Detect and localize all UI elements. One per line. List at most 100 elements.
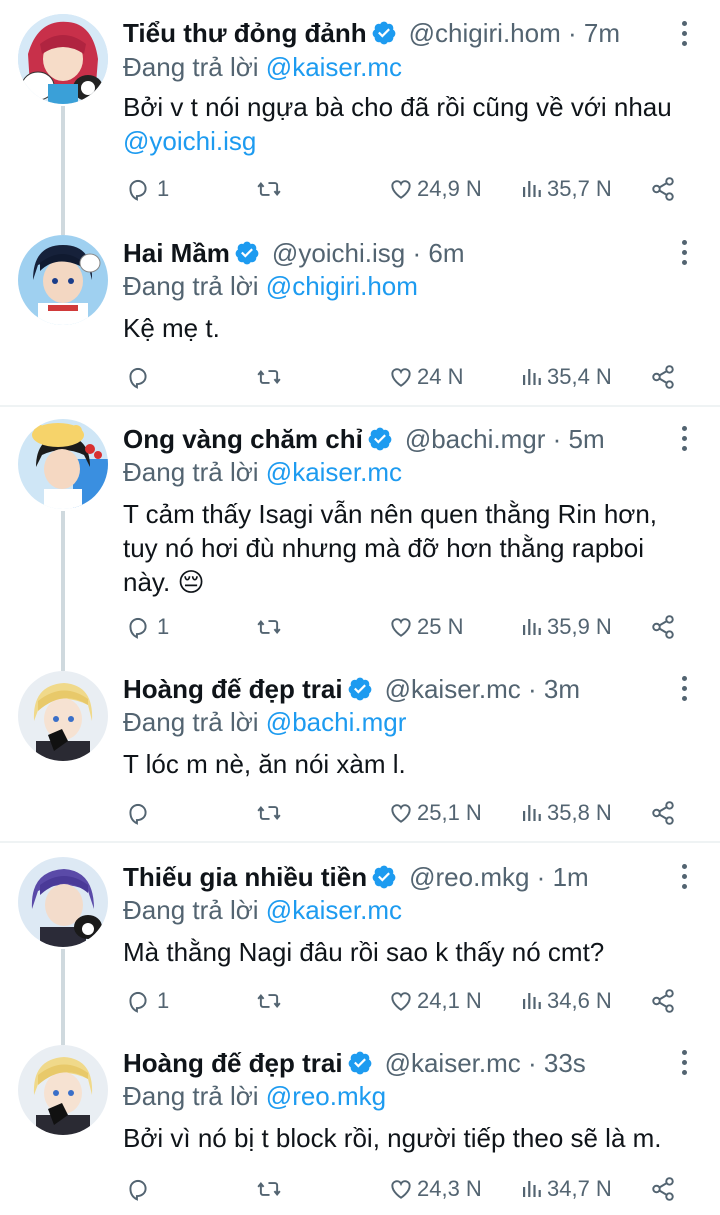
timestamp[interactable]: 5m (569, 424, 605, 455)
retweet-button[interactable] (255, 983, 283, 1019)
replying-to-label: Đang trả lời (123, 895, 259, 925)
verified-badge-icon (372, 21, 396, 45)
tweet[interactable]: Tiểu thư đỏng đảnh @chigiri.hom · 7m Đan… (0, 0, 720, 225)
timestamp[interactable]: 3m (544, 674, 580, 705)
reply-button[interactable] (125, 795, 157, 831)
like-button[interactable]: 25 N (387, 609, 463, 645)
tweet[interactable]: Ong vàng chăm chỉ @bachi.mgr · 5m Đang t… (0, 407, 720, 659)
replying-to-mention[interactable]: @kaiser.mc (266, 895, 402, 925)
retweet-icon (257, 994, 281, 1008)
retweet-button[interactable] (255, 609, 283, 645)
views-button[interactable]: 35,9 N (520, 609, 612, 645)
tweet[interactable]: Hai Mầm @yoichi.isg · 6m Đang trả lời @c… (0, 225, 720, 405)
views-button[interactable]: 35,8 N (520, 795, 612, 831)
tweet-text-line: T lóc m nè, ăn nói xàm l. (123, 749, 406, 779)
reply-button[interactable]: 1 (125, 171, 169, 207)
share-icon (652, 1177, 674, 1201)
replying-to-mention[interactable]: @kaiser.mc (266, 457, 402, 487)
like-button[interactable]: 24,3 N (387, 1171, 482, 1207)
more-options-icon[interactable] (672, 1047, 696, 1077)
retweet-button[interactable] (255, 795, 283, 831)
views-button[interactable]: 34,6 N (520, 983, 612, 1019)
like-button[interactable]: 24 N (387, 359, 463, 395)
separator: · (520, 673, 544, 704)
tweet-header: Ong vàng chăm chỉ @bachi.mgr · 5m (123, 422, 605, 456)
share-button[interactable] (650, 795, 676, 831)
retweet-button[interactable] (255, 359, 283, 395)
share-button[interactable] (650, 983, 676, 1019)
retweet-button[interactable] (255, 1171, 283, 1207)
handle[interactable]: @chigiri.hom (409, 18, 561, 49)
more-options-icon[interactable] (672, 861, 696, 891)
more-options-icon[interactable] (672, 673, 696, 703)
tweet-text-mention[interactable]: @yoichi.isg (123, 124, 698, 158)
display-name[interactable]: Hoàng đế đẹp trai (123, 674, 343, 705)
share-button[interactable] (650, 1171, 676, 1207)
tweet[interactable]: Thiếu gia nhiều tiền @reo.mkg · 1m Đang … (0, 843, 720, 1033)
reply-icon (129, 617, 147, 639)
avatar[interactable] (18, 857, 108, 947)
replying-to: Đang trả lời @reo.mkg (123, 1081, 386, 1112)
like-button[interactable]: 24,9 N (387, 171, 482, 207)
avatar[interactable] (18, 419, 108, 509)
replying-to-mention[interactable]: @reo.mkg (266, 1081, 386, 1111)
avatar[interactable] (18, 1045, 108, 1135)
replying-to-mention[interactable]: @kaiser.mc (266, 52, 402, 82)
display-name[interactable]: Tiểu thư đỏng đảnh (123, 18, 367, 49)
avatar[interactable] (18, 14, 108, 104)
share-icon (652, 615, 674, 639)
views-chart-icon (523, 805, 541, 821)
retweet-button[interactable] (255, 171, 283, 207)
timestamp[interactable]: 33s (544, 1048, 586, 1079)
tweet-header: Hoàng đế đẹp trai @kaiser.mc · 3m (123, 672, 580, 706)
avatar[interactable] (18, 671, 108, 761)
reply-button[interactable] (125, 359, 157, 395)
display-name[interactable]: Hai Mầm (123, 238, 230, 269)
tweet[interactable]: Hoàng đế đẹp trai @kaiser.mc · 33s Đang … (0, 1033, 720, 1215)
more-options-icon[interactable] (672, 237, 696, 267)
replying-to-mention[interactable]: @chigiri.hom (266, 271, 418, 301)
views-chart-icon (523, 181, 541, 197)
replying-to-label: Đang trả lời (123, 52, 259, 82)
avatar[interactable] (18, 235, 108, 325)
timestamp[interactable]: 1m (553, 862, 589, 893)
like-button[interactable]: 24,1 N (387, 983, 482, 1019)
reply-button[interactable]: 1 (125, 609, 169, 645)
share-button[interactable] (650, 359, 676, 395)
handle[interactable]: @bachi.mgr (405, 424, 546, 455)
tweet-text-line: Kệ mẹ t. (123, 313, 220, 343)
reply-button[interactable]: 1 (125, 983, 169, 1019)
separator: · (560, 17, 584, 48)
replying-to: Đang trả lời @kaiser.mc (123, 52, 402, 83)
handle[interactable]: @yoichi.isg (272, 238, 405, 269)
view-count: 35,8 N (547, 800, 612, 825)
views-button[interactable]: 35,4 N (520, 359, 612, 395)
verified-badge-icon (348, 677, 371, 701)
tweet-header: Hoàng đế đẹp trai @kaiser.mc · 33s (123, 1046, 586, 1080)
tweet-text: Bởi vì nó bị t block rồi, người tiếp the… (123, 1121, 713, 1155)
share-button[interactable] (650, 171, 676, 207)
tweet[interactable]: Hoàng đế đẹp trai @kaiser.mc · 3m Đang t… (0, 659, 720, 841)
handle[interactable]: @reo.mkg (409, 862, 529, 893)
like-button[interactable]: 25,1 N (387, 795, 482, 831)
more-options-icon[interactable] (672, 423, 696, 453)
handle[interactable]: @kaiser.mc (385, 1048, 521, 1079)
tweet-actions: 25,1 N 35,8 N (0, 795, 720, 831)
display-name[interactable]: Ong vàng chăm chỉ (123, 424, 363, 455)
timestamp[interactable]: 6m (428, 238, 464, 269)
handle[interactable]: @kaiser.mc (385, 674, 521, 705)
reply-count: 1 (157, 988, 170, 1013)
display-name[interactable]: Thiếu gia nhiều tiền (123, 862, 367, 893)
display-name[interactable]: Hoàng đế đẹp trai (123, 1048, 343, 1079)
heart-icon (391, 1180, 411, 1199)
share-button[interactable] (650, 609, 676, 645)
thread-line (61, 225, 65, 235)
retweet-icon (257, 182, 281, 196)
replying-to-mention[interactable]: @bachi.mgr (266, 707, 407, 737)
tweet-header: Hai Mầm @yoichi.isg · 6m (123, 236, 464, 270)
views-button[interactable]: 34,7 N (520, 1171, 612, 1207)
timestamp[interactable]: 7m (584, 18, 620, 49)
views-button[interactable]: 35,7 N (520, 171, 612, 207)
reply-button[interactable] (125, 1171, 157, 1207)
more-options-icon[interactable] (672, 18, 696, 48)
